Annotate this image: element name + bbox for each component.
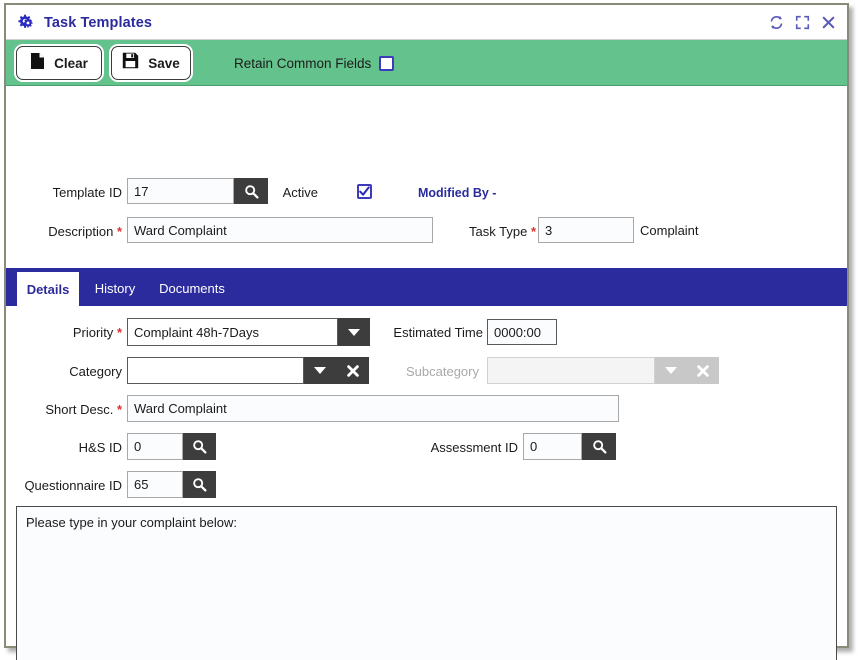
hs-id-label: H&S ID <box>78 440 122 455</box>
close-icon <box>346 364 359 377</box>
tab-history-label: History <box>94 281 136 296</box>
subcategory-clear-button <box>686 357 719 384</box>
assessment-id-search-button[interactable] <box>582 433 616 460</box>
assessment-id-label: Assessment ID <box>430 440 518 455</box>
tab-history[interactable]: History <box>84 271 146 306</box>
estimated-time-input[interactable] <box>487 319 557 345</box>
category-dropdown-button[interactable] <box>304 357 336 384</box>
save-button-label: Save <box>148 55 180 71</box>
window-frame: Task Templates Clear Save Retain Common … <box>4 3 849 660</box>
questionnaire-id-label: Questionnaire ID <box>24 478 122 493</box>
action-toolbar: Clear Save Retain Common Fields <box>6 40 847 86</box>
priority-label: Priority * <box>72 325 122 340</box>
tab-details[interactable]: Details <box>17 272 79 306</box>
template-id-input[interactable] <box>127 178 234 204</box>
magnifier-icon <box>193 440 207 454</box>
close-icon[interactable] <box>820 14 837 31</box>
hs-id-search-button[interactable] <box>183 433 216 460</box>
task-type-label: Task Type * <box>469 224 536 239</box>
window-title: Task Templates <box>44 14 153 31</box>
template-id-label: Template ID <box>52 185 122 200</box>
hs-id-input[interactable] <box>127 433 183 460</box>
magnifier-icon <box>193 478 207 492</box>
tab-details-label: Details <box>26 281 70 297</box>
retain-common-fields-checkbox[interactable] <box>379 55 395 71</box>
assessment-id-input[interactable] <box>523 433 582 460</box>
close-icon <box>696 364 709 377</box>
subcategory-label: Subcategory <box>406 364 479 379</box>
estimated-time-label: Estimated Time <box>393 325 483 340</box>
tab-documents-label: Documents <box>159 281 225 296</box>
task-templates-window: Task Templates Clear Save Retain Common … <box>0 0 859 660</box>
short-desc-label: Short Desc. * <box>45 402 122 417</box>
description-input[interactable] <box>127 217 433 243</box>
subcategory-dropdown-button <box>655 357 686 384</box>
priority-dropdown-button[interactable] <box>338 318 370 346</box>
form-body: Template ID Active Modified By - Descrip… <box>6 86 847 660</box>
short-desc-input[interactable] <box>127 395 619 422</box>
category-label: Category <box>69 364 122 379</box>
questionnaire-id-search-button[interactable] <box>183 471 216 498</box>
retain-common-fields-label: Retain Common Fields <box>234 55 372 71</box>
title-bar: Task Templates <box>6 5 847 40</box>
category-clear-button[interactable] <box>336 357 369 384</box>
task-type-name-text: Complaint <box>640 223 699 238</box>
tab-documents[interactable]: Documents <box>148 271 236 306</box>
priority-combo-input[interactable]: Complaint 48h-7Days <box>127 318 338 346</box>
tab-strip: Details History Documents <box>6 268 847 306</box>
priority-value: Complaint 48h-7Days <box>134 324 260 340</box>
subcategory-combo-input <box>487 357 655 384</box>
title-bar-left: Task Templates <box>16 5 152 40</box>
chevron-down-icon <box>664 367 677 374</box>
category-combo-input[interactable] <box>127 357 304 384</box>
chevron-down-icon <box>314 367 326 374</box>
floppy-disk-icon <box>122 52 139 74</box>
clear-button-label: Clear <box>54 55 88 71</box>
complaint-notes-textarea[interactable] <box>16 506 837 660</box>
cogs-icon <box>16 13 36 33</box>
save-button[interactable]: Save <box>111 46 191 80</box>
active-checkbox[interactable] <box>357 184 372 199</box>
questionnaire-id-input[interactable] <box>127 471 183 498</box>
retain-common-fields-group[interactable]: Retain Common Fields <box>234 40 395 86</box>
active-label: Active <box>282 185 318 200</box>
file-icon <box>30 52 45 75</box>
clear-button[interactable]: Clear <box>16 46 102 80</box>
maximize-icon[interactable] <box>794 14 811 31</box>
window-controls <box>768 5 837 40</box>
magnifier-icon <box>592 440 607 454</box>
task-type-input[interactable] <box>538 217 634 243</box>
refresh-icon[interactable] <box>768 14 785 31</box>
chevron-down-icon <box>348 328 360 336</box>
description-label: Description * <box>48 224 122 239</box>
modified-by-text: Modified By - <box>418 186 497 200</box>
